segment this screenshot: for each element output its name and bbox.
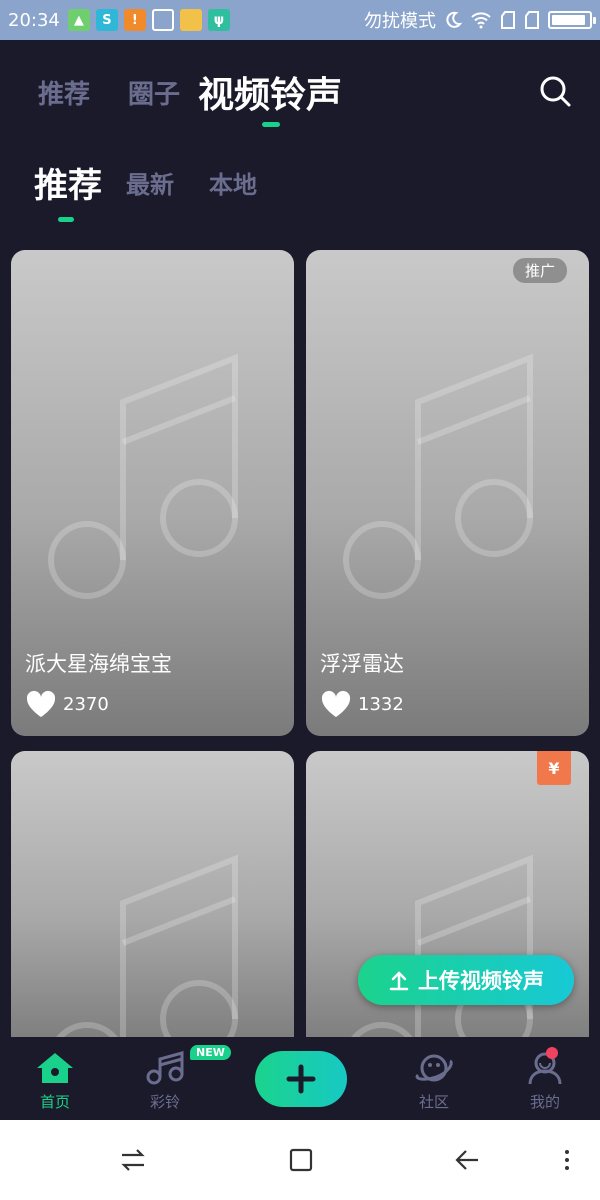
upload-button-label: 上传视频铃声 bbox=[418, 969, 544, 993]
video-card[interactable]: 推广 浮浮雷达 1332 bbox=[306, 250, 589, 736]
menu-icon[interactable] bbox=[552, 1145, 582, 1175]
status-time: 20:34 bbox=[8, 9, 60, 31]
subtab-latest[interactable]: 最新 bbox=[126, 165, 174, 200]
tab-recommend[interactable]: 推荐 bbox=[38, 74, 90, 111]
system-nav-bar bbox=[0, 1120, 600, 1200]
nav-profile-label: 我的 bbox=[529, 1093, 560, 1111]
top-tab-bar: 推荐 圈子 视频铃声 bbox=[0, 40, 600, 130]
video-card[interactable] bbox=[11, 751, 294, 1051]
paid-badge: ¥ bbox=[537, 751, 571, 785]
profile-icon bbox=[528, 1052, 562, 1085]
music-note-icon bbox=[48, 353, 238, 599]
wifi-icon bbox=[471, 12, 491, 29]
search-icon[interactable] bbox=[538, 74, 572, 108]
like-count: 2370 bbox=[63, 693, 109, 715]
promo-badge: 推广 bbox=[512, 258, 567, 283]
notification-dot bbox=[546, 1047, 558, 1059]
music-note-icon bbox=[146, 1051, 184, 1085]
card-title: 派大星海绵宝宝 bbox=[25, 652, 172, 676]
subtab-local[interactable]: 本地 bbox=[209, 165, 257, 200]
nav-ringtone-label: 彩铃 bbox=[149, 1093, 180, 1111]
home-icon bbox=[37, 1053, 73, 1083]
subtab-recommend[interactable]: 推荐 bbox=[34, 158, 102, 207]
nav-home-label: 首页 bbox=[39, 1093, 70, 1111]
plus-icon bbox=[286, 1064, 316, 1094]
switch-app-icon[interactable] bbox=[118, 1145, 148, 1175]
heart-icon[interactable] bbox=[25, 690, 57, 718]
new-badge: NEW bbox=[190, 1045, 231, 1060]
home-square-icon[interactable] bbox=[286, 1145, 316, 1175]
s-app-icon: S bbox=[95, 9, 118, 31]
video-card[interactable]: ¥ bbox=[306, 751, 589, 1051]
broom-icon bbox=[151, 9, 174, 31]
card-title: 浮浮雷达 bbox=[320, 652, 404, 676]
nav-ringtone[interactable]: 彩铃 bbox=[125, 1051, 205, 1112]
folder-icon bbox=[179, 9, 202, 31]
card-likes: 1332 bbox=[320, 690, 404, 718]
nav-profile[interactable]: 我的 bbox=[505, 1051, 585, 1112]
nav-home[interactable]: 首页 bbox=[15, 1051, 95, 1112]
battery-level bbox=[552, 15, 585, 25]
music-note-icon bbox=[344, 854, 533, 1051]
planet-icon bbox=[415, 1054, 453, 1082]
tab-circle[interactable]: 圈子 bbox=[128, 74, 180, 111]
warning-icon: ! bbox=[123, 9, 146, 31]
music-note-icon bbox=[343, 353, 533, 599]
upload-video-ringtone-button[interactable]: 上传视频铃声 bbox=[358, 955, 574, 1005]
video-card[interactable]: 派大星海绵宝宝 2370 bbox=[11, 250, 294, 736]
music-note-icon bbox=[49, 854, 238, 1051]
dnd-label: 勿扰模式 bbox=[364, 11, 436, 32]
battery-icon bbox=[548, 11, 596, 29]
android-robot-icon: ▲ bbox=[67, 9, 90, 31]
status-bar: 20:34 ▲ S ! ψ 勿扰模式 bbox=[0, 0, 600, 40]
like-count: 1332 bbox=[358, 693, 404, 715]
heart-icon[interactable] bbox=[320, 690, 352, 718]
subtab-indicator bbox=[58, 217, 74, 222]
sim2-icon bbox=[525, 11, 539, 29]
usb-icon: ψ bbox=[207, 9, 230, 31]
card-likes: 2370 bbox=[25, 690, 109, 718]
tab-video-ringtone[interactable]: 视频铃声 bbox=[198, 66, 342, 118]
status-app-icons: ▲ S ! ψ bbox=[67, 9, 230, 31]
upload-icon bbox=[389, 971, 409, 991]
nav-community[interactable]: 社区 bbox=[394, 1051, 474, 1112]
top-tab-indicator bbox=[262, 122, 280, 127]
add-button[interactable] bbox=[255, 1051, 347, 1107]
back-icon[interactable] bbox=[452, 1145, 482, 1175]
sim1-icon bbox=[501, 11, 515, 29]
bottom-nav: 首页 彩铃 NEW 社区 我的 bbox=[0, 1037, 600, 1120]
nav-community-label: 社区 bbox=[418, 1093, 449, 1111]
moon-icon bbox=[446, 11, 462, 28]
